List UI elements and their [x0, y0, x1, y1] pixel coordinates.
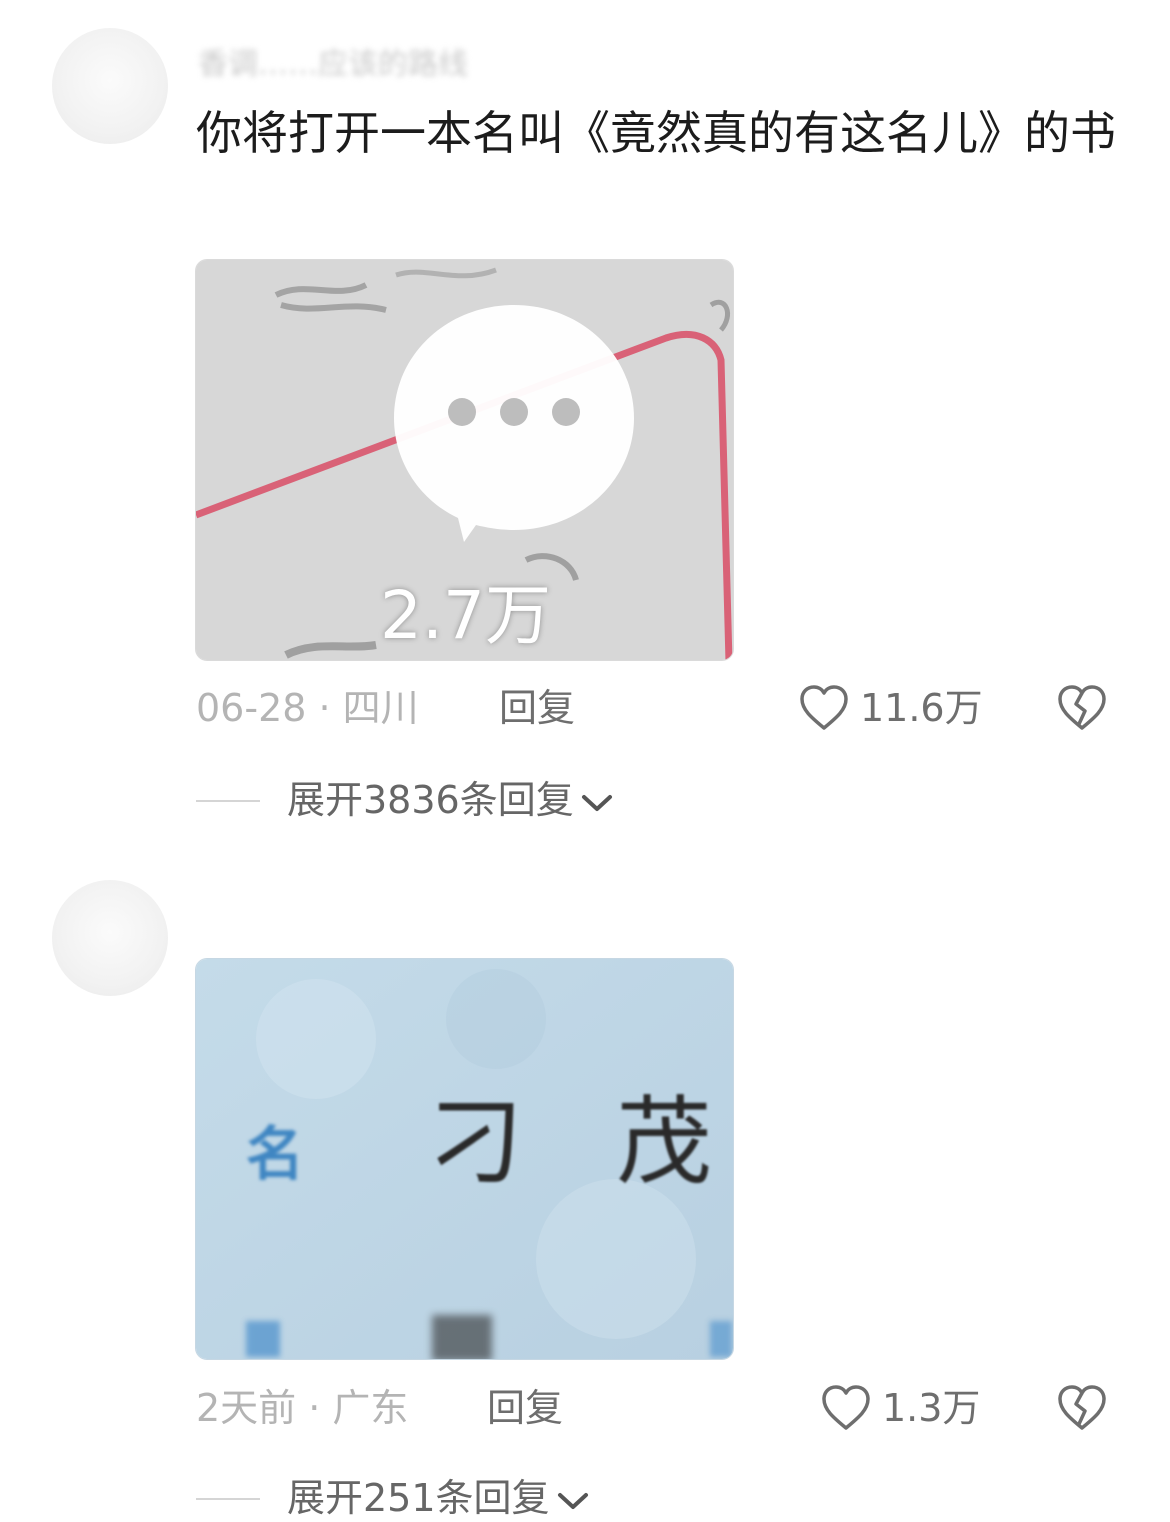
- reply-button[interactable]: 回复: [487, 1386, 563, 1430]
- chevron-down-icon: [581, 794, 612, 811]
- expand-replies-label: 展开251条回复: [287, 1476, 550, 1520]
- comment-text: 你将打开一本名叫《竟然真的有这名儿》的书: [196, 106, 1116, 160]
- id-card-field-label: 名: [246, 1120, 305, 1188]
- expand-replies-button[interactable]: 展开251条回复: [287, 1476, 590, 1520]
- id-card-blur-mark: [710, 1321, 732, 1357]
- expand-replies-label: 展开3836条回复: [287, 778, 574, 822]
- heart-icon[interactable]: [820, 1384, 872, 1432]
- id-card-blur-mark: [432, 1315, 492, 1359]
- expand-divider: [196, 1498, 260, 1500]
- id-card-char: 茂: [616, 1086, 712, 1198]
- expand-replies-button[interactable]: 展开3836条回复: [287, 778, 614, 822]
- broken-heart-icon[interactable]: [1056, 684, 1108, 732]
- id-card-char: 刁: [428, 1086, 524, 1198]
- username[interactable]: [198, 912, 608, 946]
- comment-image[interactable]: 名 刁 茂: [195, 958, 734, 1360]
- chevron-down-icon: [557, 1492, 588, 1509]
- image-overlay-count: 2.7万: [380, 577, 551, 654]
- expand-divider: [196, 800, 260, 802]
- likes-count: 1.3万: [882, 1386, 981, 1430]
- username[interactable]: 香调……应该的路线: [198, 48, 608, 82]
- likes-count: 11.6万: [860, 686, 983, 730]
- avatar[interactable]: [52, 28, 168, 144]
- heart-icon[interactable]: [798, 684, 850, 732]
- comment-date-location: 2天前 · 广东: [196, 1386, 409, 1430]
- reply-button[interactable]: 回复: [499, 686, 575, 730]
- comment-image[interactable]: 2.7万: [195, 259, 734, 661]
- broken-heart-icon[interactable]: [1056, 1384, 1108, 1432]
- comment-date-location: 06-28 · 四川: [196, 686, 419, 730]
- avatar[interactable]: [52, 880, 168, 996]
- id-card-blur-mark: [246, 1321, 280, 1357]
